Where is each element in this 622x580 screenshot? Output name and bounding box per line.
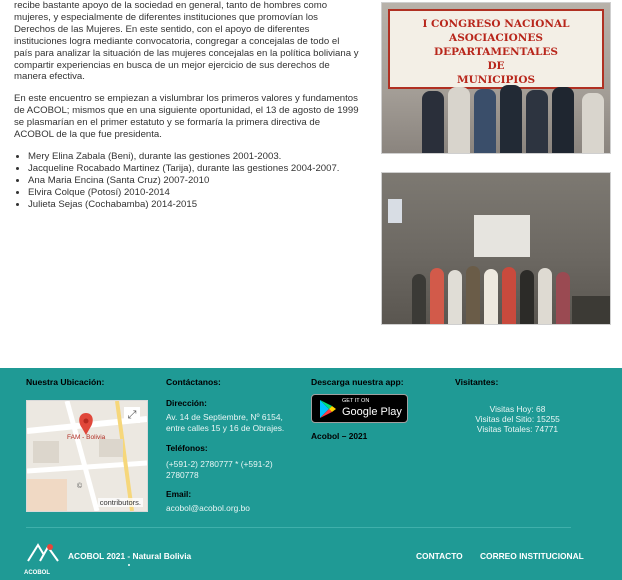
person-figure — [448, 270, 462, 324]
gplay-big-text: Google Play — [342, 406, 402, 418]
congress-photo[interactable]: I CONGRESO NACIONAL ASOCIACIONES DEPARTA… — [381, 2, 611, 154]
acobol-logo[interactable]: ACOBOL — [24, 541, 62, 576]
download-title: Descarga nuestra app: — [311, 377, 404, 387]
article-section: recibe bastante apoyo de la sociedad en … — [0, 0, 622, 368]
phones-text: (+591-2) 2780777 * (+591-2) 2780778 — [166, 459, 273, 480]
address-label: Dirección: — [166, 398, 207, 408]
fullscreen-icon[interactable]: ⤢ — [124, 407, 140, 423]
location-title: Nuestra Ubicación: — [26, 377, 105, 387]
map-attribution[interactable]: contributors. — [97, 498, 143, 507]
article-paragraph-1: recibe bastante apoyo de la sociedad en … — [14, 0, 359, 83]
whiteboard — [474, 215, 530, 257]
logo-icon — [27, 543, 59, 562]
wall-poster — [388, 199, 402, 223]
person-figure — [412, 274, 426, 324]
footer-divider — [26, 527, 571, 528]
list-item: Jacqueline Rocabado Martinez (Tarija), d… — [28, 163, 359, 175]
email-link[interactable]: acobol@acobol.org.bo — [166, 503, 250, 514]
banner-line: MUNICIPIOS — [456, 74, 536, 86]
contact-title: Contáctanos: — [166, 377, 221, 387]
footer-nav-mail[interactable]: CORREO INSTITUCIONAL — [480, 551, 584, 561]
person-figure — [430, 268, 444, 324]
table — [572, 296, 610, 324]
meeting-photo[interactable] — [381, 172, 611, 325]
person-figure — [474, 89, 496, 153]
footer-nav-contact[interactable]: CONTACTO — [416, 551, 463, 561]
banner-line: I CONGRESO NACIONAL — [422, 18, 570, 30]
person-figure — [538, 268, 552, 324]
play-store-icon — [320, 400, 336, 418]
person-figure — [466, 266, 480, 324]
visitors-title: Visitantes: — [455, 377, 499, 387]
map-copyright: © — [77, 483, 83, 490]
footer-copyright: ACOBOL 2021 - Natural Bolivia — [68, 551, 192, 561]
list-item: Mery Elina Zabala (Beni), durante las ge… — [28, 151, 359, 163]
list-item: Elvira Colque (Potosí) 2010-2014 — [28, 187, 359, 199]
map-place-label: FAM - Bolivia — [67, 434, 106, 441]
person-figure — [520, 270, 534, 324]
person-figure — [556, 272, 570, 324]
person-figure — [502, 267, 516, 324]
congress-banner: I CONGRESO NACIONAL ASOCIACIONES DEPARTA… — [388, 9, 604, 89]
article-text: recibe bastante apoyo de la sociedad en … — [14, 0, 359, 211]
person-figure — [500, 85, 522, 153]
list-item: Julieta Sejas (Cochabamba) 2014-2015 — [28, 199, 359, 211]
person-figure — [526, 90, 548, 153]
person-figure — [484, 269, 498, 324]
location-map[interactable]: ⤢ FAM - Bolivia © contributors. — [26, 400, 148, 512]
email-label: Email: — [166, 489, 192, 499]
footer-dot — [128, 564, 130, 566]
visits-total: Visitas Totales: 74771 — [476, 424, 559, 434]
list-item: Ana Maria Encina (Santa Cruz) 2007-2010 — [28, 175, 359, 187]
person-figure — [448, 87, 470, 153]
banner-line: ASOCIACIONES DEPARTAMENTALES — [434, 32, 558, 58]
logo-text: ACOBOL — [24, 570, 50, 576]
address-text: Av. 14 de Septiembre, Nº 6154, entre cal… — [166, 412, 285, 433]
presidents-list: Mery Elina Zabala (Beni), durante las ge… — [14, 151, 359, 211]
person-figure — [422, 91, 444, 153]
app-name: Acobol – 2021 — [311, 431, 368, 441]
google-play-button[interactable]: GET IT ON Google Play — [311, 394, 408, 423]
article-paragraph-2: En este encuentro se empiezan a vislumbr… — [14, 93, 359, 141]
phones-label: Teléfonos: — [166, 443, 208, 453]
visits-today: Visitas Hoy: 68 — [489, 404, 546, 414]
gplay-small-text: GET IT ON — [342, 398, 370, 404]
visits-site: Visitas del Sitio: 15255 — [475, 414, 560, 424]
person-figure — [552, 87, 574, 153]
banner-line: DE — [487, 60, 505, 72]
person-figure — [582, 93, 604, 153]
